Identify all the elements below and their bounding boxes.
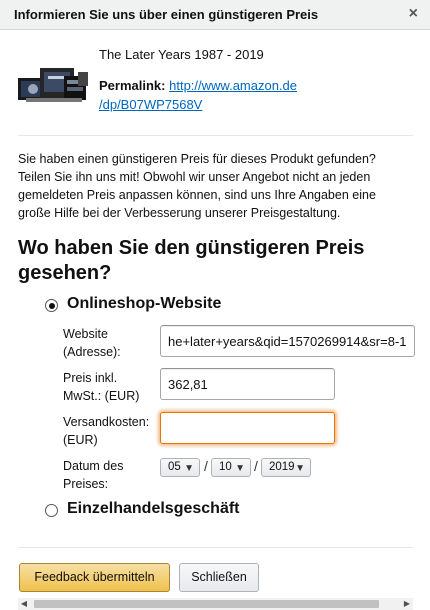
label-line: Preis inkl. xyxy=(63,371,118,385)
question-line: gesehen? xyxy=(18,262,112,284)
chevron-down-icon: ▼ xyxy=(235,463,245,474)
submit-feedback-button[interactable]: Feedback übermitteln xyxy=(19,563,170,592)
horizontal-scrollbar[interactable]: ◀ ▶ xyxy=(18,598,413,610)
label-line: (Adresse): xyxy=(63,345,121,359)
date-separator: / xyxy=(204,458,208,474)
radio-online-shop[interactable] xyxy=(45,299,58,312)
description-text: Sie haben einen günstigeren Preis für di… xyxy=(18,150,418,222)
description-line: Teilen Sie ihn uns mit! Obwohl wir unser… xyxy=(18,170,371,184)
website-input[interactable] xyxy=(160,325,415,357)
divider xyxy=(18,135,413,136)
label-line: Preises: xyxy=(63,477,109,491)
year-select-value: 2019 xyxy=(269,461,295,473)
product-image xyxy=(18,62,90,104)
month-select-value: 10 xyxy=(219,461,232,473)
chevron-down-icon: ▼ xyxy=(184,463,194,474)
dialog-title: Informieren Sie uns über einen günstiger… xyxy=(14,7,319,22)
close-button[interactable]: Schließen xyxy=(179,563,259,592)
label-line: MwSt.: (EUR) xyxy=(63,389,140,403)
close-icon[interactable]: × xyxy=(409,5,418,23)
description-line: große Hilfe bei der Verbesserung unserer… xyxy=(18,206,341,220)
price-input[interactable] xyxy=(160,368,335,400)
label-line: Website xyxy=(63,327,108,341)
label-line: (EUR) xyxy=(63,433,98,447)
shipping-label: Versandkosten: (EUR) xyxy=(63,413,149,449)
arrow-left-icon[interactable]: ◀ xyxy=(18,598,30,610)
permalink-link-continued[interactable]: /dp/B07WP7568V xyxy=(99,97,202,112)
permalink-link[interactable]: http://www.amazon.de xyxy=(169,78,297,93)
website-label: Website (Adresse): xyxy=(63,325,121,361)
permalink-row: Permalink: http://www.amazon.de xyxy=(99,78,297,93)
permalink-label: Permalink: xyxy=(99,78,166,93)
year-select[interactable]: 2019 ▼ xyxy=(261,458,311,477)
question-line: Wo haben Sie den günstigeren Preis xyxy=(18,237,365,259)
description-line: gemeldeten Preis anpassen können, sind u… xyxy=(18,188,376,202)
scrollbar-thumb[interactable] xyxy=(34,600,379,608)
arrow-right-icon[interactable]: ▶ xyxy=(401,598,413,610)
label-line: Versandkosten: xyxy=(63,415,150,429)
price-label: Preis inkl. MwSt.: (EUR) xyxy=(63,369,139,405)
shipping-input[interactable] xyxy=(160,412,335,444)
description-line: Sie haben einen günstigeren Preis für di… xyxy=(18,152,376,166)
radio-retail-store[interactable] xyxy=(45,504,58,517)
product-title: The Later Years 1987 - 2019 xyxy=(99,47,264,62)
day-select-value: 05 xyxy=(168,461,181,473)
permalink-row-2: /dp/B07WP7568V xyxy=(99,97,202,112)
chevron-down-icon: ▼ xyxy=(295,463,305,474)
radio-label-retail-store[interactable]: Einzelhandelsgeschäft xyxy=(67,500,240,518)
day-select[interactable]: 05 ▼ xyxy=(160,458,200,477)
date-separator: / xyxy=(254,458,258,474)
date-label: Datum des Preises: xyxy=(63,457,123,493)
month-select[interactable]: 10 ▼ xyxy=(211,458,251,477)
radio-label-online-shop[interactable]: Onlineshop-Website xyxy=(67,295,221,313)
label-line: Datum des xyxy=(63,459,124,473)
dialog-header: Informieren Sie uns über einen günstiger… xyxy=(0,0,430,30)
question-heading: Wo haben Sie den günstigeren Preis geseh… xyxy=(18,236,418,286)
divider xyxy=(18,547,413,548)
